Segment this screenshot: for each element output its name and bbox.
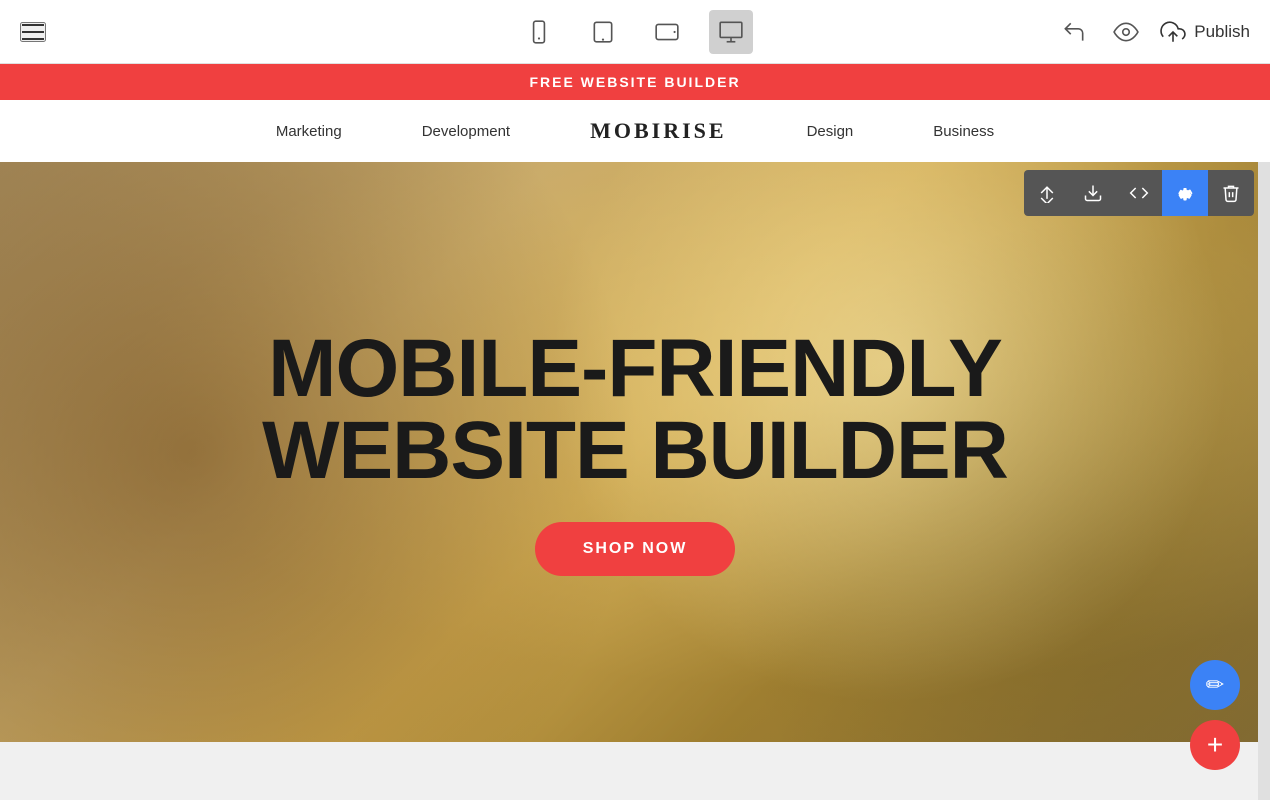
nav-item-development[interactable]: Development [422,123,510,140]
toolbar-right-actions: Publish [1056,14,1250,50]
publish-label: Publish [1194,22,1250,42]
desktop-view-button[interactable] [709,10,753,54]
device-switcher [517,10,753,54]
menu-button[interactable] [20,22,46,42]
shop-now-button[interactable]: SHOP NOW [535,522,736,576]
tablet-view-button[interactable] [581,10,625,54]
fab-container: ✏ + [1190,660,1240,770]
main-content: FREE WEBSITE BUILDER Marketing Developme… [0,64,1270,800]
plus-icon: + [1207,729,1223,761]
hero-title: MOBILE-FRIENDLY WEBSITE BUILDER [262,328,1008,492]
add-fab-button[interactable]: + [1190,720,1240,770]
site-logo: MOBIRISE [590,118,726,144]
section-toolbar [1024,170,1254,216]
pencil-fab-button[interactable]: ✏ [1190,660,1240,710]
preview-button[interactable] [1108,14,1144,50]
site-navbar: Marketing Development MOBIRISE Design Bu… [0,100,1270,162]
top-toolbar: Publish [0,0,1270,64]
section-move-button[interactable] [1024,170,1070,216]
scrollbar[interactable] [1258,64,1270,800]
pencil-icon: ✏ [1206,672,1224,698]
promo-banner: FREE WEBSITE BUILDER [0,64,1270,100]
nav-item-design[interactable]: Design [807,123,854,140]
nav-item-business[interactable]: Business [933,123,994,140]
promo-text: FREE WEBSITE BUILDER [529,74,740,90]
section-settings-button[interactable] [1162,170,1208,216]
section-delete-button[interactable] [1208,170,1254,216]
mobile-view-button[interactable] [517,10,561,54]
nav-item-marketing[interactable]: Marketing [276,123,342,140]
section-download-button[interactable] [1070,170,1116,216]
publish-button[interactable]: Publish [1160,19,1250,45]
hero-title-line2: WEBSITE BUILDER [262,405,1008,496]
hero-title-line1: MOBILE-FRIENDLY [268,323,1002,414]
hero-content: MOBILE-FRIENDLY WEBSITE BUILDER SHOP NOW [262,328,1008,576]
undo-button[interactable] [1056,14,1092,50]
section-code-button[interactable] [1116,170,1162,216]
hero-section: MOBILE-FRIENDLY WEBSITE BUILDER SHOP NOW [0,162,1270,742]
tablet-landscape-button[interactable] [645,10,689,54]
